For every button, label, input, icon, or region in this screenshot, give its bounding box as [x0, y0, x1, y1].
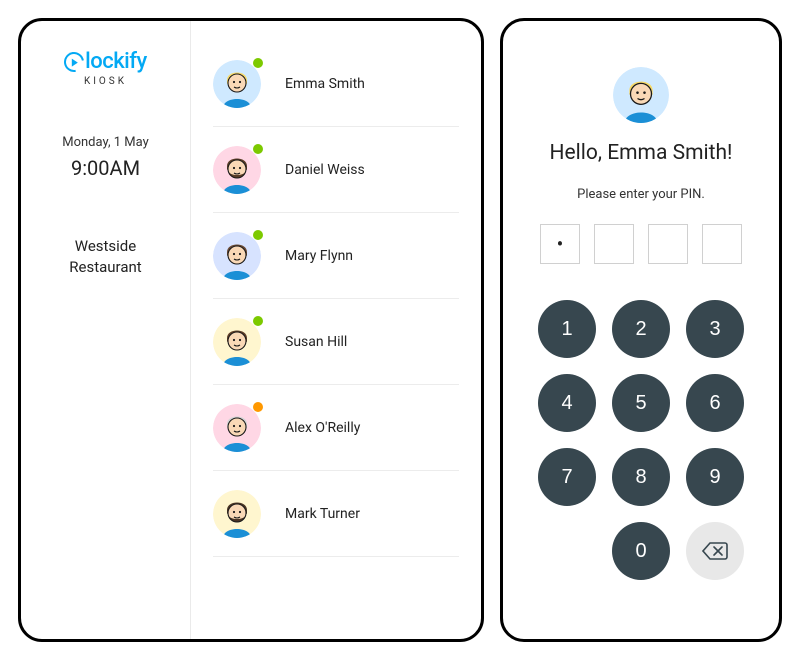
- employee-name: Susan Hill: [285, 334, 347, 350]
- status-dot-green: [253, 316, 263, 326]
- keypad-backspace[interactable]: [686, 522, 744, 580]
- keypad-key-0[interactable]: 0: [612, 522, 670, 580]
- employee-list: Emma Smith Daniel Weiss Mary Flynn: [191, 21, 481, 639]
- employee-avatar: [213, 318, 261, 366]
- pin-keypad: 123 456 7890: [538, 300, 744, 580]
- datetime-block: Monday, 1 May 9:00AM: [62, 135, 149, 180]
- status-dot-green: [253, 58, 263, 68]
- keypad-blank: [538, 522, 596, 580]
- selected-user-avatar: [613, 67, 669, 123]
- status-dot-green: [253, 230, 263, 240]
- employee-avatar: [213, 232, 261, 280]
- employee-avatar: [213, 490, 261, 538]
- logo-main: lockify: [64, 49, 147, 74]
- backspace-icon: [702, 542, 728, 560]
- keypad-key-4[interactable]: 4: [538, 374, 596, 432]
- clock-icon: [60, 48, 88, 76]
- location-name: Westside Restaurant: [69, 236, 141, 278]
- current-date: Monday, 1 May: [62, 135, 149, 150]
- keypad-key-9[interactable]: 9: [686, 448, 744, 506]
- employee-name: Mary Flynn: [285, 248, 353, 264]
- employee-row[interactable]: Mark Turner: [213, 471, 459, 557]
- logo-text: lockify: [85, 49, 147, 74]
- pin-input[interactable]: •: [540, 224, 742, 264]
- status-dot-green: [253, 144, 263, 154]
- employee-name: Alex O'Reilly: [285, 420, 360, 436]
- employee-avatar: [213, 404, 261, 452]
- keypad-key-7[interactable]: 7: [538, 448, 596, 506]
- keypad-key-5[interactable]: 5: [612, 374, 670, 432]
- employee-row[interactable]: Daniel Weiss: [213, 127, 459, 213]
- keypad-key-2[interactable]: 2: [612, 300, 670, 358]
- kiosk-device: lockify KIOSK Monday, 1 May 9:00AM Wests…: [18, 18, 484, 642]
- keypad-key-3[interactable]: 3: [686, 300, 744, 358]
- employee-avatar: [213, 60, 261, 108]
- keypad-key-1[interactable]: 1: [538, 300, 596, 358]
- employee-name: Emma Smith: [285, 76, 365, 92]
- keypad-key-8[interactable]: 8: [612, 448, 670, 506]
- employee-avatar: [213, 146, 261, 194]
- kiosk-sidebar: lockify KIOSK Monday, 1 May 9:00AM Wests…: [21, 21, 191, 639]
- employee-row[interactable]: Alex O'Reilly: [213, 385, 459, 471]
- logo-sub: KIOSK: [84, 76, 127, 87]
- employee-name: Daniel Weiss: [285, 162, 365, 178]
- current-time: 9:00AM: [62, 156, 149, 180]
- employee-row[interactable]: Susan Hill: [213, 299, 459, 385]
- pin-digit-box: [648, 224, 688, 264]
- greeting-text: Hello, Emma Smith!: [550, 141, 733, 165]
- keypad-key-6[interactable]: 6: [686, 374, 744, 432]
- employee-row[interactable]: Mary Flynn: [213, 213, 459, 299]
- employee-row[interactable]: Emma Smith: [213, 41, 459, 127]
- status-dot-orange: [253, 402, 263, 412]
- employee-name: Mark Turner: [285, 506, 360, 522]
- pin-digit-box: [594, 224, 634, 264]
- pin-prompt: Please enter your PIN.: [577, 187, 705, 202]
- app-logo: lockify KIOSK: [64, 49, 147, 87]
- pin-digit-box: •: [540, 224, 580, 264]
- pin-device: Hello, Emma Smith! Please enter your PIN…: [500, 18, 782, 642]
- pin-digit-box: [702, 224, 742, 264]
